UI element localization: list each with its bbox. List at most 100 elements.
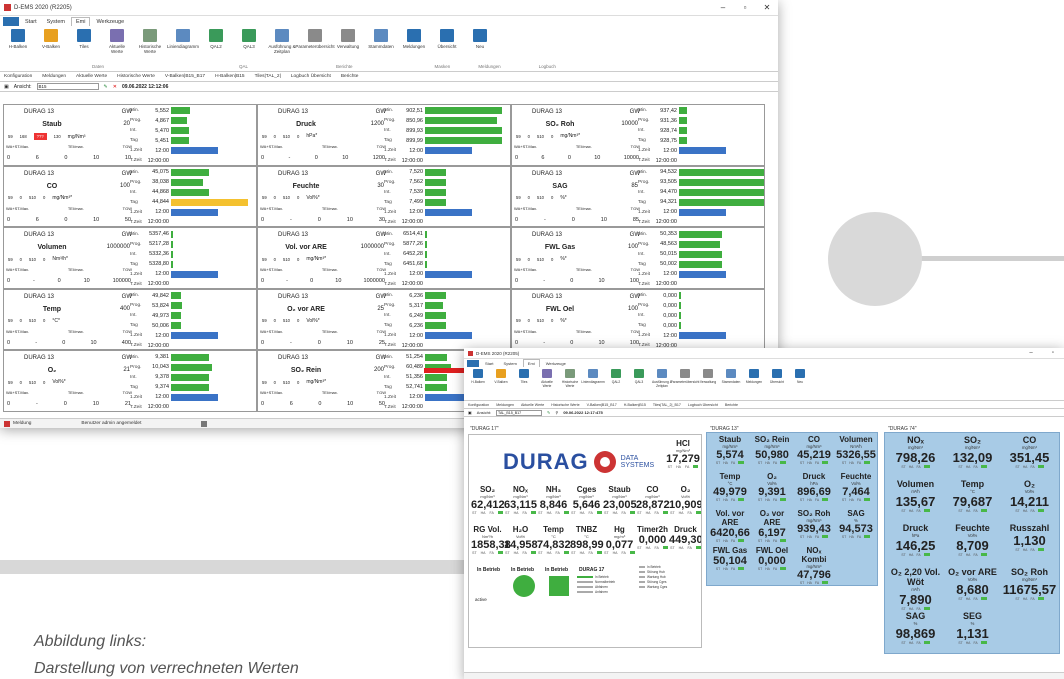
status-ok-icon bbox=[629, 551, 635, 554]
ribbon-button-parameter[interactable]: Parameterübersicht bbox=[671, 369, 699, 384]
tab-3[interactable]: Aktuelle Werte bbox=[76, 74, 107, 79]
cell-limits-row: WA+ST.Max. TEI/max. TGW bbox=[6, 390, 132, 395]
ribbon-button-h-bars[interactable]: H-Balken bbox=[4, 29, 32, 49]
ribbon-button-globe[interactable]: Meldungen bbox=[744, 369, 764, 384]
ribbon-button-line-chart[interactable]: Liniendiagramm bbox=[581, 369, 605, 384]
tab-2[interactable]: Meldungen bbox=[42, 74, 66, 79]
ribbon-button-qal3[interactable]: QAL3 bbox=[235, 29, 263, 49]
ribbon-button-tiles[interactable]: Tiles bbox=[514, 369, 534, 384]
tile-value: 8,709 bbox=[956, 538, 989, 553]
metric-name: H₂O bbox=[512, 525, 529, 534]
stamp-label: HA bbox=[480, 511, 486, 515]
value-bar bbox=[679, 312, 681, 320]
edit-icon[interactable]: ✎ bbox=[104, 84, 108, 90]
tab-6[interactable]: H-Balken|B15 bbox=[624, 403, 646, 407]
tab-5[interactable]: V-Balken|B15_B17 bbox=[165, 74, 205, 79]
ribbon-button-tiles[interactable]: Tiles bbox=[70, 29, 98, 49]
menu-start-2[interactable]: Start bbox=[481, 360, 497, 367]
ribbon-button-parameter[interactable]: Parameterübersicht bbox=[295, 29, 335, 49]
ribbon-button-historic-values[interactable]: Historische Werte bbox=[136, 29, 164, 54]
unit-label: Vol%* bbox=[52, 379, 66, 386]
window-icon[interactable]: ▣ bbox=[4, 84, 9, 90]
ribbon-button-new[interactable]: Neu bbox=[466, 29, 494, 49]
ribbon-button-save[interactable]: Übersicht bbox=[433, 29, 461, 49]
menu-file-button[interactable] bbox=[3, 17, 19, 26]
maximize-button[interactable]: ▫ bbox=[734, 3, 756, 12]
tile-value: 5,574 bbox=[716, 449, 744, 461]
ribbon-button-schedule[interactable]: Ausführung & Zeitplan bbox=[652, 369, 672, 388]
tab-4[interactable]: Historische Werte bbox=[117, 74, 155, 79]
window-icon-2[interactable]: ▣ bbox=[468, 410, 472, 415]
bar-track bbox=[171, 117, 256, 125]
info-value: 0 bbox=[297, 133, 300, 139]
metric-cell: Cges mg/Nm³ 5,646 ST HA FA bbox=[570, 485, 603, 515]
view-select[interactable]: B15 bbox=[36, 83, 99, 90]
ribbon-button-globe[interactable]: Meldungen bbox=[400, 29, 428, 49]
metric-value: 17,279 bbox=[666, 453, 700, 465]
tab-9[interactable]: Berichte bbox=[725, 403, 738, 407]
bar-row-key: Int. bbox=[638, 189, 645, 195]
device-name: DURAG 13 bbox=[532, 232, 563, 239]
tab-9[interactable]: Berichte bbox=[341, 74, 359, 79]
bar-row-value: 12:00:00 bbox=[401, 342, 423, 349]
ribbon-button-line-chart[interactable]: Liniendiagramm bbox=[167, 29, 199, 49]
delete-icon[interactable]: ✕ bbox=[113, 84, 117, 90]
ribbon-button-v-bars[interactable]: V-Balken bbox=[37, 29, 65, 49]
group-meldungen: Meldungen bbox=[478, 64, 501, 69]
ribbon-button-current-values[interactable]: Aktuelle Werte bbox=[537, 369, 557, 388]
cell-info-row: 59 0 510 0 %* bbox=[516, 195, 640, 201]
minimize-button-2[interactable]: – bbox=[1020, 350, 1042, 356]
limit-label: WA+ST.Max. bbox=[6, 328, 30, 334]
tab-2[interactable]: Meldungen bbox=[496, 403, 514, 407]
tab-6[interactable]: H-Balken|B15 bbox=[215, 74, 245, 79]
ribbon-button-admin[interactable]: Verwaltung bbox=[698, 369, 718, 384]
ribbon-button-historic-values[interactable]: Historische Werte bbox=[560, 369, 580, 388]
tab-7[interactable]: Tiles|TAL_2|_B17 bbox=[653, 403, 681, 407]
menu-file-button-2[interactable] bbox=[467, 360, 479, 367]
limit-label: TEI/max. bbox=[575, 267, 592, 273]
ribbon-button-v-bars[interactable]: V-Balken bbox=[491, 369, 511, 384]
ribbon-button-qal3[interactable]: QAL3 bbox=[629, 369, 649, 384]
legend-item: Störung Cges bbox=[639, 580, 667, 584]
menu-emi-2[interactable]: Emi bbox=[522, 359, 540, 367]
ribbon-button-new[interactable]: Neu bbox=[790, 369, 810, 384]
tab-3[interactable]: Aktuelle Werte bbox=[521, 403, 544, 407]
bar-row-value: 0,000 bbox=[663, 292, 677, 299]
tab-1[interactable]: Konfiguration bbox=[4, 74, 32, 79]
edit-icon-2[interactable]: ✎ bbox=[547, 410, 550, 415]
menu-start[interactable]: Start bbox=[21, 18, 41, 26]
metric-value: 449,30 bbox=[669, 534, 702, 546]
ribbon-button-master-data[interactable]: Stammdaten bbox=[721, 369, 741, 384]
ribbon-button-h-bars[interactable]: H-Balken bbox=[468, 369, 488, 384]
view-select-2[interactable]: TAL_B15_B17 bbox=[496, 409, 543, 416]
tab-4[interactable]: Historische Werte bbox=[551, 403, 579, 407]
tab-1[interactable]: Konfiguration bbox=[468, 403, 489, 407]
tab-7[interactable]: Tiles|TAL_2| bbox=[255, 74, 281, 79]
search-icon[interactable]: ⚲ bbox=[555, 410, 558, 415]
value-bar bbox=[679, 168, 764, 176]
ribbon-button-master-data[interactable]: Stammdaten bbox=[367, 29, 395, 49]
ribbon-button-current-values[interactable]: Aktuelle Werte bbox=[103, 29, 131, 54]
tab-8[interactable]: Logbuch Übersicht bbox=[688, 403, 718, 407]
value-bar bbox=[171, 373, 210, 381]
ribbon-button-qal2[interactable]: QAL2 bbox=[606, 369, 626, 384]
tab-8[interactable]: Logbuch Übersicht bbox=[291, 74, 331, 79]
menu-werkzeuge[interactable]: Werkzeuge bbox=[92, 18, 128, 26]
ribbon-button-schedule[interactable]: Ausführung & Zeitplan bbox=[268, 29, 296, 54]
stamp-label: ST bbox=[604, 511, 609, 515]
menu-emi[interactable]: Emi bbox=[70, 17, 91, 26]
ribbon-button-qal2[interactable]: QAL2 bbox=[202, 29, 230, 49]
minimize-button[interactable]: – bbox=[712, 3, 734, 12]
stamp-label: ST bbox=[901, 553, 906, 557]
menu-werkzeuge-2[interactable]: Werkzeuge bbox=[542, 360, 570, 367]
bar-track bbox=[171, 302, 256, 310]
menu-system-2[interactable]: System bbox=[499, 360, 520, 367]
ribbon-button-save[interactable]: Übersicht bbox=[767, 369, 787, 384]
close-button[interactable]: ✕ bbox=[756, 3, 778, 12]
maximize-button-2[interactable]: ▫ bbox=[1042, 350, 1064, 356]
ribbon-button-admin[interactable]: Verwaltung bbox=[334, 29, 362, 49]
menu-system[interactable]: System bbox=[43, 18, 69, 26]
cell-limits-row: WA+ST.Max. TEI/max. TGW bbox=[514, 144, 640, 149]
bar-row-value: 94,470 bbox=[660, 189, 677, 196]
tab-5[interactable]: V-Balken|B15_B17 bbox=[587, 403, 617, 407]
